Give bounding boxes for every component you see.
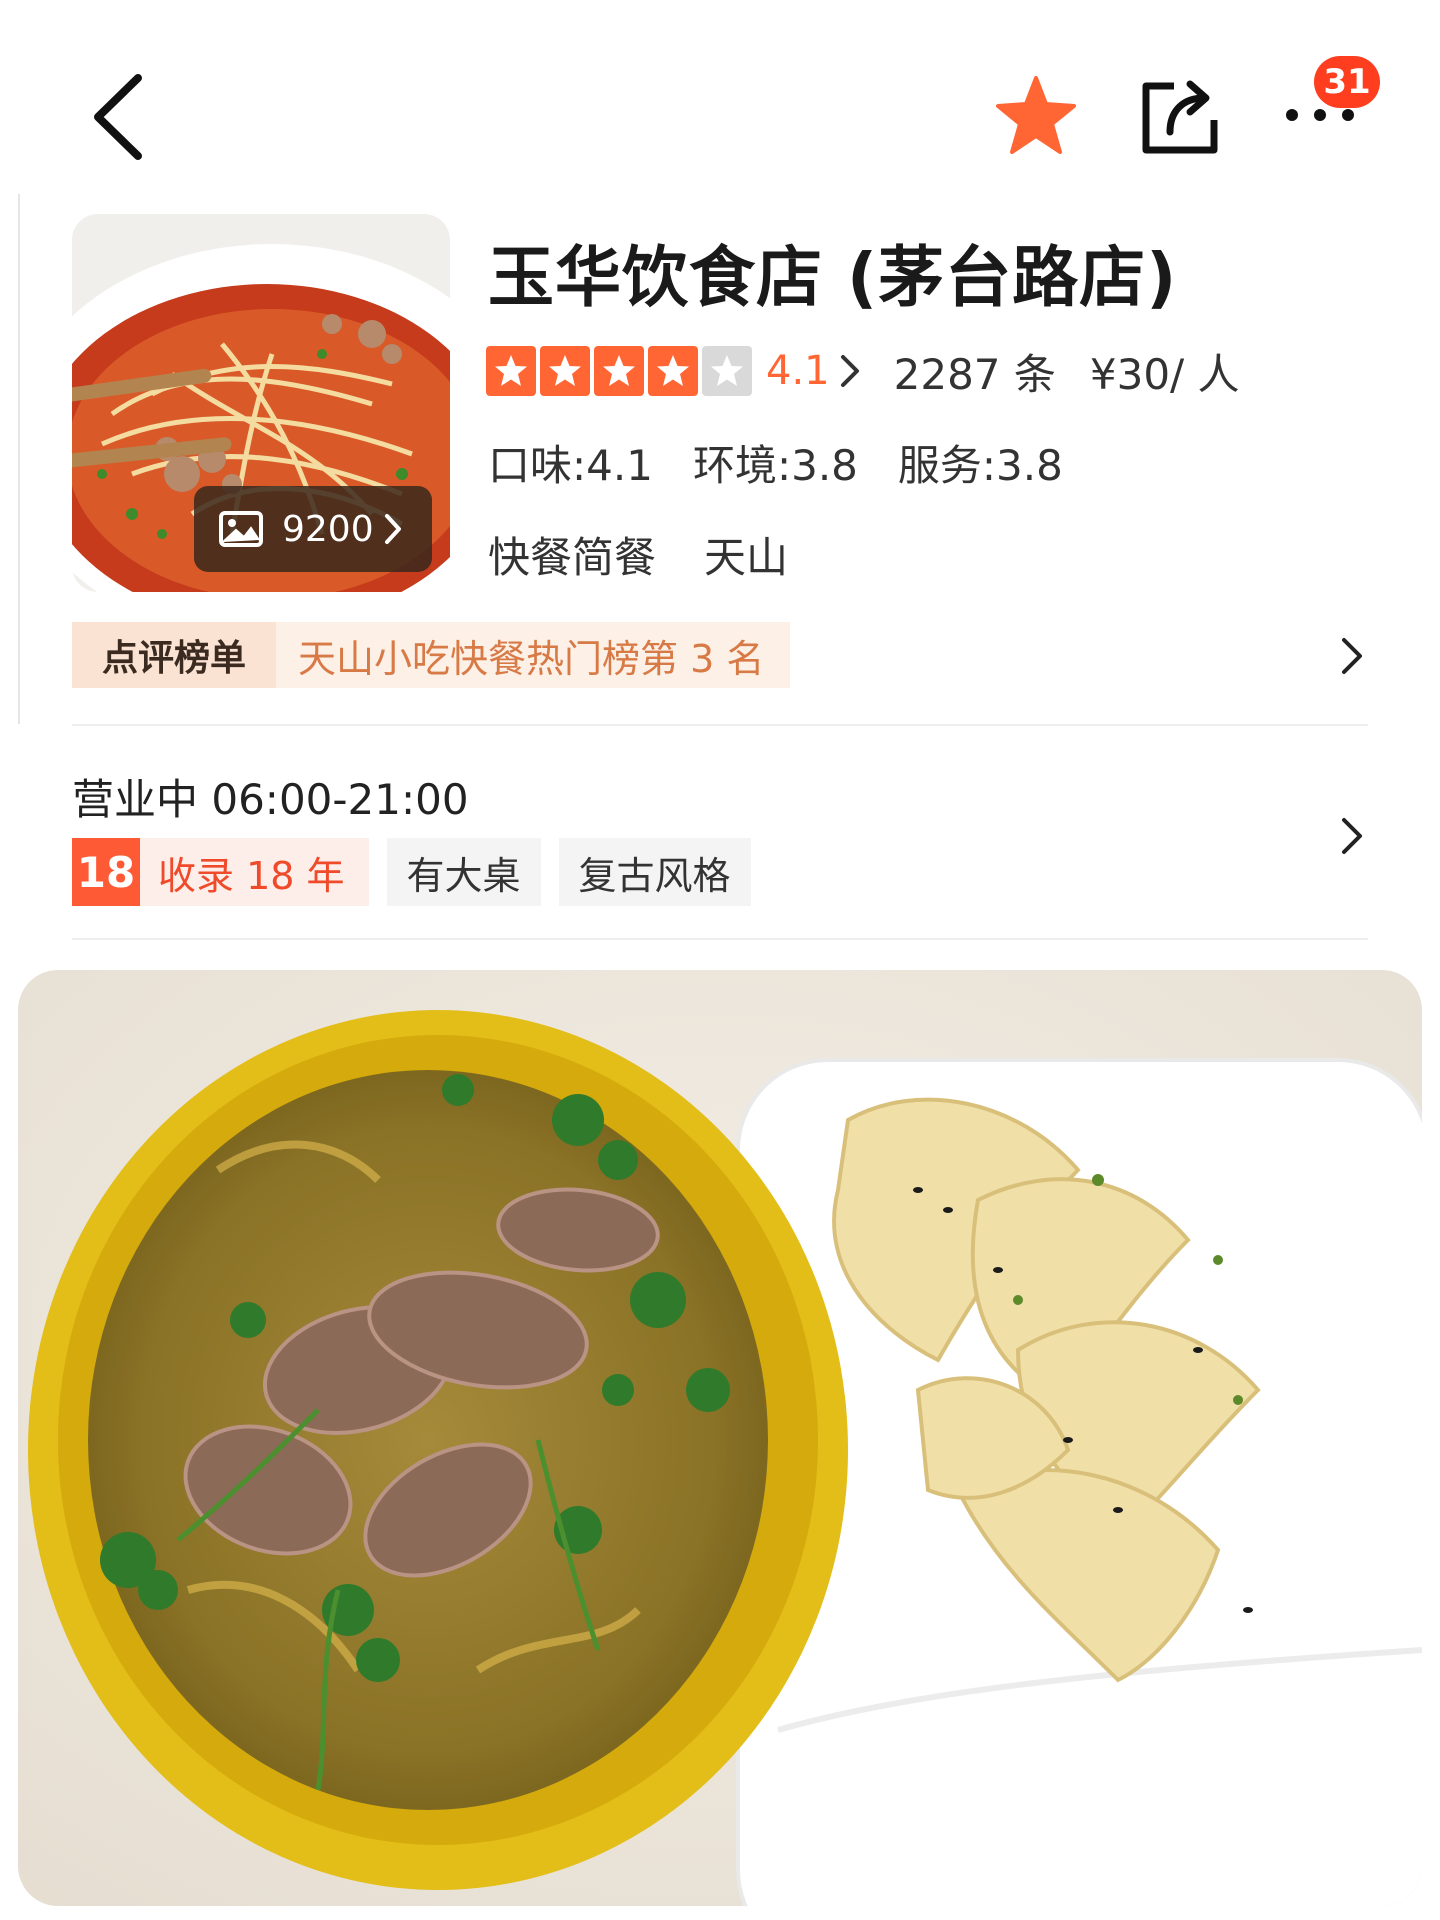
notification-badge: 31 xyxy=(1314,56,1380,108)
star-icon xyxy=(996,76,1076,154)
food-photo[interactable] xyxy=(18,970,1422,1906)
divider xyxy=(72,724,1368,726)
chevron-right-icon xyxy=(840,355,859,387)
left-rule xyxy=(18,194,20,724)
years-listed-badge: 18 收录 18 年 xyxy=(72,838,369,906)
chevron-right-icon xyxy=(384,514,401,544)
share-icon xyxy=(1142,80,1218,154)
star-filled-icon xyxy=(594,346,644,396)
review-count: 2287 条 xyxy=(893,349,1056,399)
shop-name: 玉华饮食店 (茅台路店) xyxy=(488,239,1178,316)
ranking-label: 点评榜单 xyxy=(72,622,276,688)
share-button[interactable] xyxy=(1140,76,1222,156)
star-empty-icon xyxy=(702,346,752,396)
rating-score: 4.1 xyxy=(766,348,830,394)
image-icon xyxy=(219,511,263,547)
chevron-right-icon[interactable] xyxy=(1338,816,1366,856)
environment-score: 环境:3.8 xyxy=(692,441,858,490)
chevron-left-icon xyxy=(94,74,142,160)
star-filled-icon xyxy=(648,346,698,396)
feature-tags: 18 收录 18 年 有大桌 复古风格 xyxy=(72,838,769,906)
years-text: 收录 18 年 xyxy=(140,838,369,906)
years-number: 18 xyxy=(72,838,140,906)
star-filled-icon xyxy=(540,346,590,396)
top-nav: 31 xyxy=(0,0,1440,190)
divider xyxy=(72,938,1368,940)
star-filled-icon xyxy=(486,346,536,396)
photo-count: 9200 xyxy=(282,508,374,550)
chevron-right-icon[interactable] xyxy=(1338,636,1366,676)
favorite-button[interactable] xyxy=(994,74,1078,158)
back-button[interactable] xyxy=(88,72,148,162)
price-per-person: ¥30/ 人 xyxy=(1089,349,1240,399)
rating-row[interactable]: 4.1 2287 条 ¥30/ 人 xyxy=(486,344,1240,399)
business-hours: 营业中 06:00-21:00 xyxy=(72,775,469,824)
ranking-banner[interactable]: 点评榜单 天山小吃快餐热门榜第 3 名 xyxy=(72,622,791,688)
district-tag: 天山 xyxy=(704,533,789,582)
feature-chip: 复古风格 xyxy=(558,838,751,906)
photo-count-button[interactable]: 9200 xyxy=(194,486,432,572)
feature-chip: 有大桌 xyxy=(386,838,541,906)
star-rating xyxy=(486,346,756,396)
ranking-text: 天山小吃快餐热门榜第 3 名 xyxy=(276,622,791,688)
category-tag: 快餐简餐 xyxy=(488,533,657,582)
taste-score: 口味:4.1 xyxy=(488,441,653,490)
beef-noodle-and-dumplings-image xyxy=(18,970,1422,1906)
service-score: 服务:3.8 xyxy=(897,441,1063,490)
subscore-row: 口味:4.1 环境:3.8 服务:3.8 xyxy=(488,432,1103,493)
category-tags: 快餐简餐 天山 xyxy=(488,524,836,585)
